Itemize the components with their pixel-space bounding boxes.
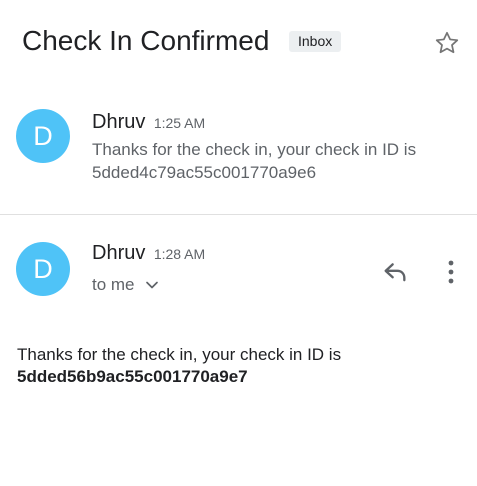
avatar[interactable]: D — [16, 242, 70, 296]
reply-icon — [384, 263, 406, 282]
sender-name: Dhruv — [92, 242, 146, 264]
message-snippet: Thanks for the check in, your check in I… — [92, 140, 417, 182]
sender-row: Dhruv 1:25 AM — [92, 109, 205, 136]
message-expanded: D Dhruv 1:28 AM to me Thanks for the che… — [0, 216, 477, 486]
star-button[interactable] — [431, 27, 463, 59]
sender-row: Dhruv 1:28 AM — [92, 240, 205, 267]
message-body-text: Thanks for the check in, your check in I… — [17, 345, 342, 364]
star-outline-icon — [435, 31, 459, 54]
check-in-id: 5dded56b9ac55c001770a9e7 — [17, 367, 248, 386]
reply-button[interactable] — [379, 256, 411, 288]
message-time: 1:25 AM — [153, 115, 206, 131]
chevron-down-icon — [145, 281, 158, 289]
message-divider — [0, 214, 477, 215]
inbox-label-chip[interactable]: Inbox — [289, 31, 342, 52]
more-vert-icon — [448, 260, 454, 284]
more-options-button[interactable] — [437, 256, 465, 288]
thread-subject: Check In Confirmed — [22, 25, 270, 56]
thread-header: Check In Confirmed Inbox — [0, 0, 477, 80]
message-body: Thanks for the check in, your check in I… — [17, 344, 457, 388]
sender-name: Dhruv — [92, 111, 146, 133]
message-collapsed[interactable]: D Dhruv 1:25 AM Thanks for the check in,… — [0, 98, 477, 214]
recipient-details-toggle[interactable]: to me — [92, 274, 159, 296]
recipient-label: to me — [92, 275, 135, 294]
avatar[interactable]: D — [16, 109, 70, 163]
message-time: 1:28 AM — [153, 246, 206, 262]
